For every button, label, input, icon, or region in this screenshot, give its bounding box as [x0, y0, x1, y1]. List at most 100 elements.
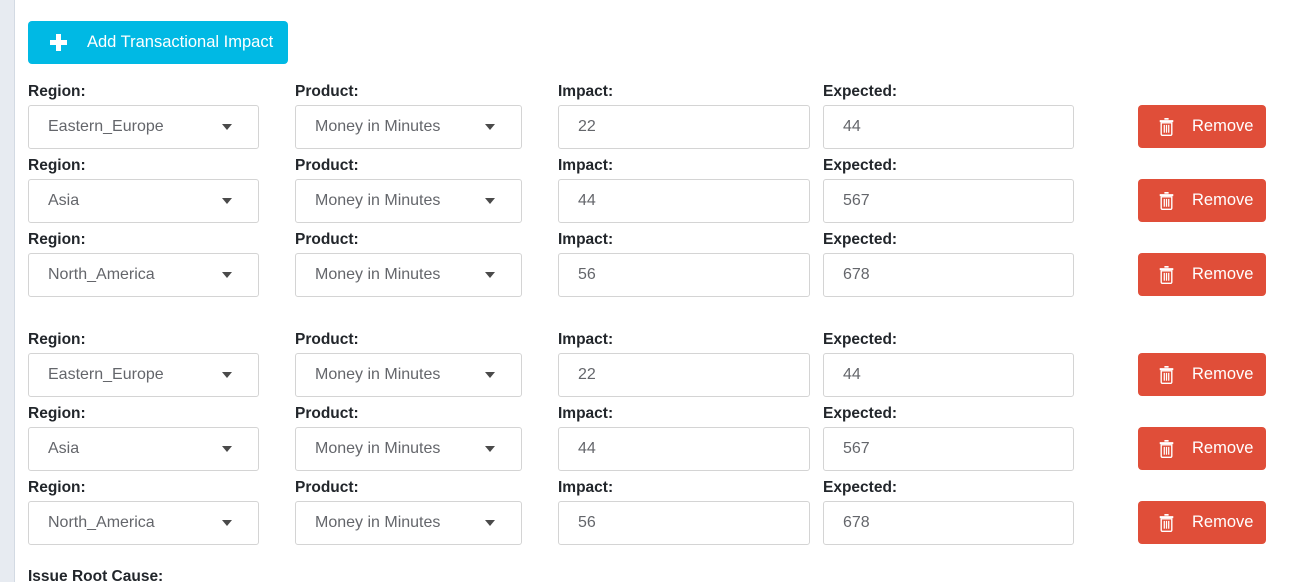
- product-select[interactable]: Money in Minutes: [295, 501, 522, 545]
- impact-input-value: 44: [578, 440, 596, 457]
- product-field: Product: Money in Minutes: [295, 479, 522, 545]
- impact-field: Impact: 22: [558, 83, 810, 149]
- impact-row: Region: Eastern_Europe Product: Money in…: [17, 83, 1306, 157]
- issue-root-cause-label: Issue Root Cause:: [28, 568, 164, 582]
- impact-row: Region: Asia Product: Money in Minutes I…: [17, 405, 1306, 479]
- remove-button[interactable]: Remove: [1138, 105, 1266, 148]
- expected-input[interactable]: 44: [823, 353, 1074, 397]
- product-label: Product:: [295, 83, 359, 100]
- product-select[interactable]: Money in Minutes: [295, 353, 522, 397]
- left-gutter-strip: [0, 0, 15, 582]
- remove-button[interactable]: Remove: [1138, 501, 1266, 544]
- trash-icon: [1159, 117, 1174, 136]
- impact-input[interactable]: 56: [558, 253, 810, 297]
- remove-button[interactable]: Remove: [1138, 427, 1266, 470]
- chevron-down-icon: [485, 372, 495, 378]
- add-transactional-impact-button[interactable]: Add Transactional Impact: [28, 21, 288, 64]
- region-select[interactable]: North_America: [28, 253, 259, 297]
- impact-input-value: 22: [578, 118, 596, 135]
- product-select-value: Money in Minutes: [315, 514, 441, 531]
- product-label: Product:: [295, 479, 359, 496]
- chevron-down-icon: [485, 272, 495, 278]
- impact-label: Impact:: [558, 405, 614, 422]
- expected-input[interactable]: 678: [823, 501, 1074, 545]
- expected-label: Expected:: [823, 157, 898, 174]
- impact-input[interactable]: 44: [558, 427, 810, 471]
- region-select[interactable]: Eastern_Europe: [28, 353, 259, 397]
- expected-label: Expected:: [823, 479, 898, 496]
- region-select[interactable]: Asia: [28, 427, 259, 471]
- chevron-down-icon: [485, 124, 495, 130]
- region-field: Region: Eastern_Europe: [28, 83, 259, 149]
- expected-input-value: 678: [843, 266, 870, 283]
- expected-label: Expected:: [823, 231, 898, 248]
- remove-button-label: Remove: [1192, 265, 1254, 284]
- region-label: Region:: [28, 231, 86, 248]
- product-field: Product: Money in Minutes: [295, 157, 522, 223]
- product-select[interactable]: Money in Minutes: [295, 179, 522, 223]
- impact-row: Region: Asia Product: Money in Minutes I…: [17, 157, 1306, 231]
- impact-input[interactable]: 22: [558, 353, 810, 397]
- region-field: Region: Eastern_Europe: [28, 331, 259, 397]
- product-select-value: Money in Minutes: [315, 118, 441, 135]
- impact-input[interactable]: 44: [558, 179, 810, 223]
- impact-input-value: 56: [578, 514, 596, 531]
- region-select-value: Eastern_Europe: [48, 118, 164, 135]
- product-select[interactable]: Money in Minutes: [295, 253, 522, 297]
- expected-label: Expected:: [823, 405, 898, 422]
- impact-label: Impact:: [558, 331, 614, 348]
- expected-input-value: 44: [843, 366, 861, 383]
- chevron-down-icon: [222, 372, 232, 378]
- region-select[interactable]: Asia: [28, 179, 259, 223]
- impact-row: Region: Eastern_Europe Product: Money in…: [17, 331, 1306, 405]
- product-select[interactable]: Money in Minutes: [295, 427, 522, 471]
- impact-input-value: 22: [578, 366, 596, 383]
- expected-field: Expected: 678: [823, 479, 1074, 545]
- expected-field: Expected: 44: [823, 83, 1074, 149]
- impact-row: Region: North_America Product: Money in …: [17, 231, 1306, 305]
- product-field: Product: Money in Minutes: [295, 231, 522, 297]
- product-label: Product:: [295, 405, 359, 422]
- region-select-value: Eastern_Europe: [48, 366, 164, 383]
- expected-input[interactable]: 44: [823, 105, 1074, 149]
- plus-icon: [50, 34, 67, 51]
- region-label: Region:: [28, 331, 86, 348]
- product-select[interactable]: Money in Minutes: [295, 105, 522, 149]
- impact-field: Impact: 56: [558, 231, 810, 297]
- region-select-value: North_America: [48, 266, 155, 283]
- impact-field: Impact: 44: [558, 405, 810, 471]
- page-root: Add Transactional Impact Region: Eastern…: [0, 0, 1306, 582]
- region-select-value: Asia: [48, 192, 80, 209]
- product-select-value: Money in Minutes: [315, 192, 441, 209]
- product-field: Product: Money in Minutes: [295, 405, 522, 471]
- region-label: Region:: [28, 157, 86, 174]
- chevron-down-icon: [485, 198, 495, 204]
- chevron-down-icon: [222, 198, 232, 204]
- expected-field: Expected: 567: [823, 157, 1074, 223]
- expected-input[interactable]: 567: [823, 427, 1074, 471]
- region-select-value: Asia: [48, 440, 80, 457]
- trash-icon: [1159, 439, 1174, 458]
- remove-button[interactable]: Remove: [1138, 353, 1266, 396]
- impact-input[interactable]: 22: [558, 105, 810, 149]
- region-field: Region: Asia: [28, 157, 259, 223]
- product-label: Product:: [295, 157, 359, 174]
- region-select[interactable]: North_America: [28, 501, 259, 545]
- impact-label: Impact:: [558, 231, 614, 248]
- impact-input[interactable]: 56: [558, 501, 810, 545]
- product-field: Product: Money in Minutes: [295, 83, 522, 149]
- product-label: Product:: [295, 331, 359, 348]
- product-select-value: Money in Minutes: [315, 266, 441, 283]
- region-select[interactable]: Eastern_Europe: [28, 105, 259, 149]
- impact-input-value: 44: [578, 192, 596, 209]
- impact-field: Impact: 22: [558, 331, 810, 397]
- chevron-down-icon: [222, 446, 232, 452]
- expected-input[interactable]: 567: [823, 179, 1074, 223]
- expected-input-value: 678: [843, 514, 870, 531]
- expected-input[interactable]: 678: [823, 253, 1074, 297]
- remove-button[interactable]: Remove: [1138, 253, 1266, 296]
- chevron-down-icon: [485, 520, 495, 526]
- remove-button[interactable]: Remove: [1138, 179, 1266, 222]
- expected-label: Expected:: [823, 331, 898, 348]
- expected-label: Expected:: [823, 83, 898, 100]
